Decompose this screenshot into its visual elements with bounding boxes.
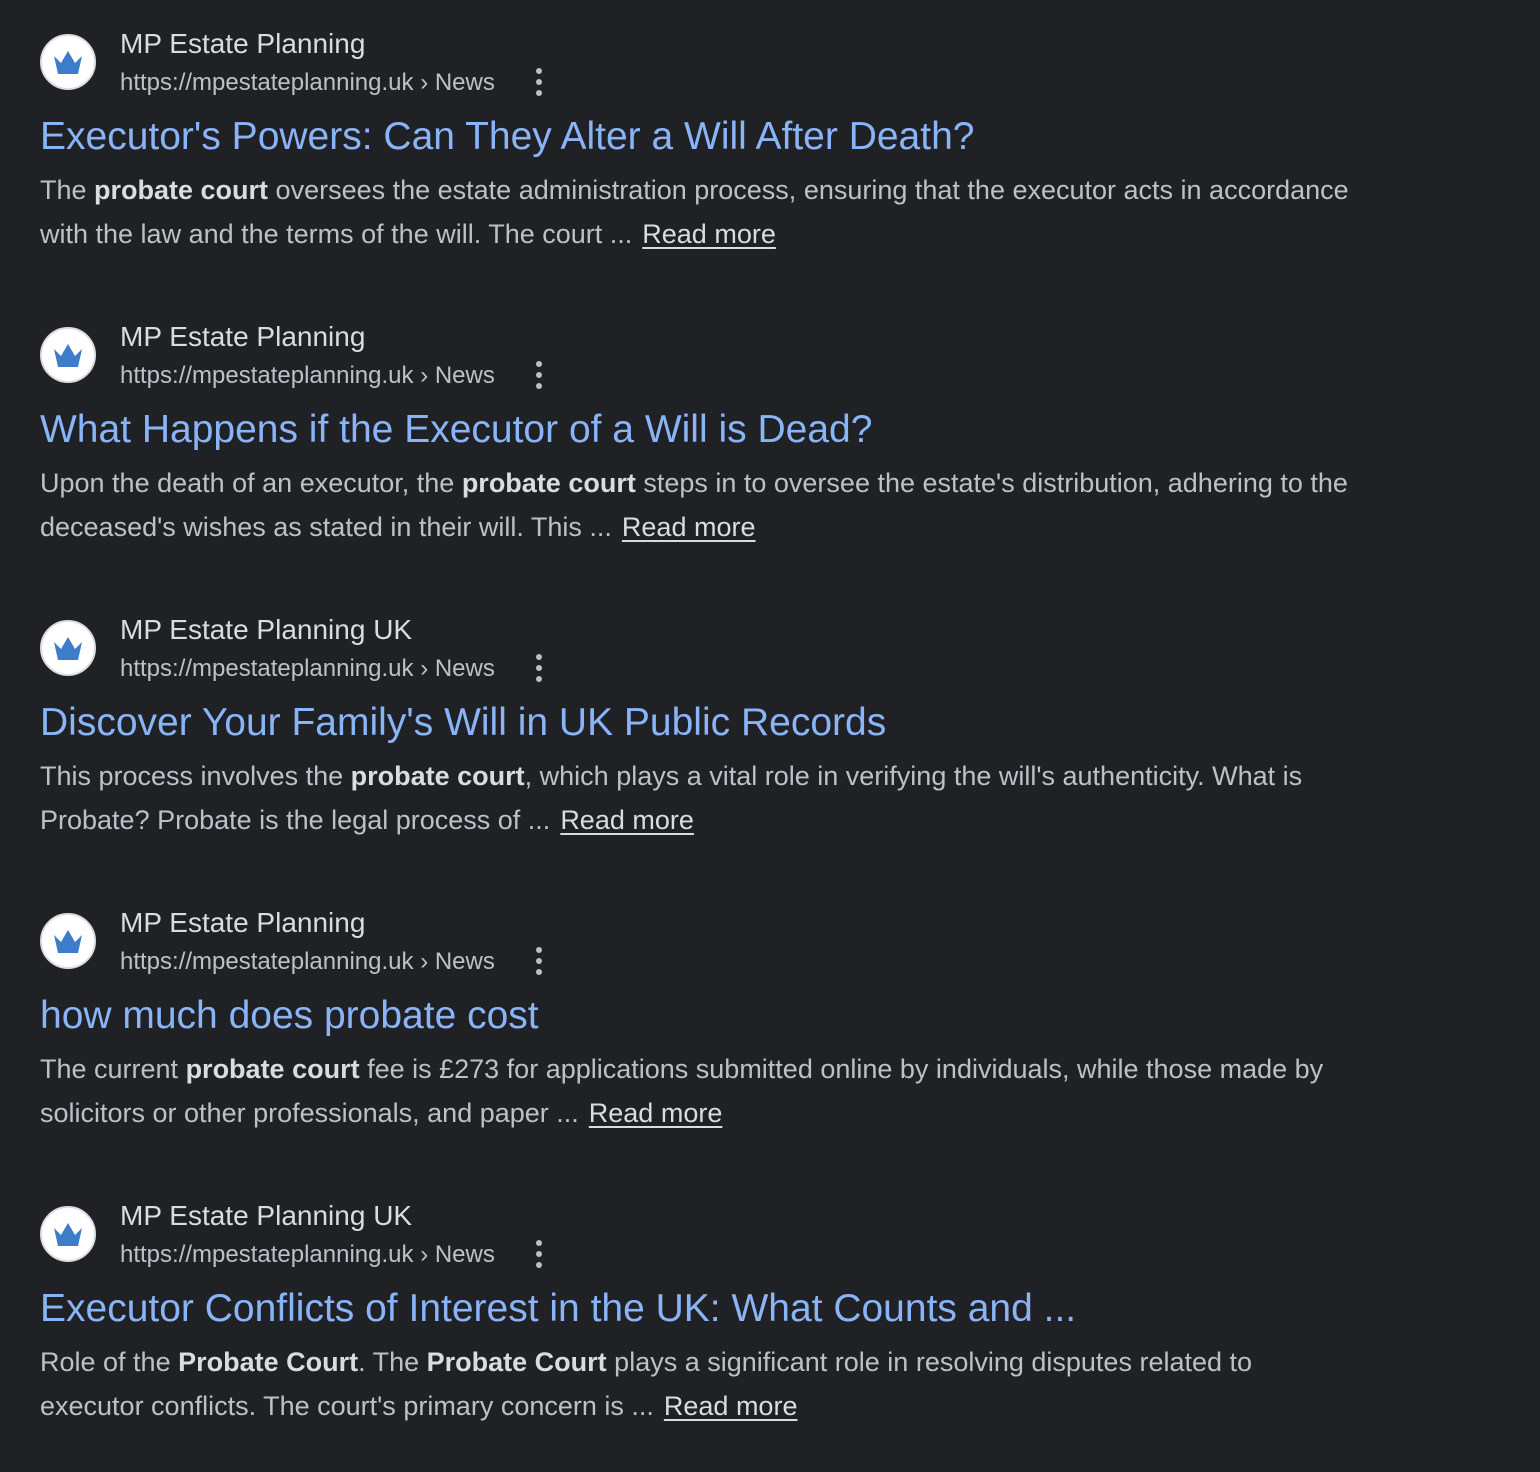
crown-icon — [40, 34, 96, 90]
snippet-text: Role of the — [40, 1347, 179, 1377]
search-result: MP Estate Planning https://mpestateplann… — [40, 907, 1360, 1135]
result-snippet: The current probate court fee is £273 fo… — [40, 1047, 1360, 1135]
search-result: MP Estate Planning UK https://mpestatepl… — [40, 1200, 1360, 1428]
result-source[interactable]: MP Estate Planning https://mpestateplann… — [40, 28, 1360, 108]
result-source[interactable]: MP Estate Planning UK https://mpestatepl… — [40, 614, 1360, 694]
crown-icon — [40, 620, 96, 676]
site-url: https://mpestateplanning.uk › News — [120, 655, 495, 682]
result-snippet: Upon the death of an executor, the proba… — [40, 461, 1360, 549]
result-title-link[interactable]: Discover Your Family's Will in UK Public… — [40, 698, 1360, 748]
snippet-text: This process involves the — [40, 761, 351, 791]
read-more-link[interactable]: Read more — [589, 1098, 723, 1128]
site-name: MP Estate Planning UK — [120, 614, 413, 645]
result-title-link[interactable]: how much does probate cost — [40, 991, 1360, 1041]
crown-icon — [40, 913, 96, 969]
read-more-link[interactable]: Read more — [664, 1391, 798, 1421]
more-vertical-icon[interactable] — [524, 1236, 554, 1272]
snippet-highlight: Probate Court — [426, 1347, 607, 1377]
result-source[interactable]: MP Estate Planning UK https://mpestatepl… — [40, 1200, 1360, 1280]
snippet-text: The current — [40, 1054, 186, 1084]
result-source[interactable]: MP Estate Planning https://mpestateplann… — [40, 907, 1360, 987]
search-result: MP Estate Planning https://mpestateplann… — [40, 28, 1360, 256]
result-snippet: This process involves the probate court,… — [40, 754, 1360, 842]
snippet-highlight: Probate Court — [178, 1347, 359, 1377]
read-more-link[interactable]: Read more — [560, 805, 694, 835]
result-title-link[interactable]: Executor's Powers: Can They Alter a Will… — [40, 112, 1360, 162]
crown-icon — [40, 1206, 96, 1262]
more-vertical-icon[interactable] — [524, 650, 554, 686]
snippet-highlight: probate court — [185, 1054, 360, 1084]
search-result: MP Estate Planning https://mpestateplann… — [40, 321, 1360, 549]
search-result: MP Estate Planning UK https://mpestatepl… — [40, 614, 1360, 842]
snippet-highlight: probate court — [94, 175, 269, 205]
result-snippet: The probate court oversees the estate ad… — [40, 168, 1360, 256]
result-title-link[interactable]: What Happens if the Executor of a Will i… — [40, 405, 1360, 455]
site-url: https://mpestateplanning.uk › News — [120, 948, 495, 975]
read-more-link[interactable]: Read more — [642, 219, 776, 249]
search-results: MP Estate Planning https://mpestateplann… — [0, 0, 1540, 1472]
read-more-link[interactable]: Read more — [622, 512, 756, 542]
site-name: MP Estate Planning UK — [120, 1200, 413, 1231]
result-snippet: Role of the Probate Court. The Probate C… — [40, 1340, 1360, 1428]
snippet-text: The — [40, 175, 95, 205]
site-url: https://mpestateplanning.uk › News — [120, 362, 495, 389]
snippet-text: . The — [358, 1347, 427, 1377]
site-url: https://mpestateplanning.uk › News — [120, 69, 495, 96]
result-source[interactable]: MP Estate Planning https://mpestateplann… — [40, 321, 1360, 401]
site-name: MP Estate Planning — [120, 28, 366, 59]
snippet-highlight: probate court — [461, 468, 636, 498]
snippet-highlight: probate court — [350, 761, 525, 791]
more-vertical-icon[interactable] — [524, 357, 554, 393]
more-vertical-icon[interactable] — [524, 943, 554, 979]
site-url: https://mpestateplanning.uk › News — [120, 1241, 495, 1268]
snippet-text: Upon the death of an executor, the — [40, 468, 462, 498]
site-name: MP Estate Planning — [120, 907, 366, 938]
crown-icon — [40, 327, 96, 383]
site-name: MP Estate Planning — [120, 321, 366, 352]
more-vertical-icon[interactable] — [524, 64, 554, 100]
result-title-link[interactable]: Executor Conflicts of Interest in the UK… — [40, 1284, 1360, 1334]
